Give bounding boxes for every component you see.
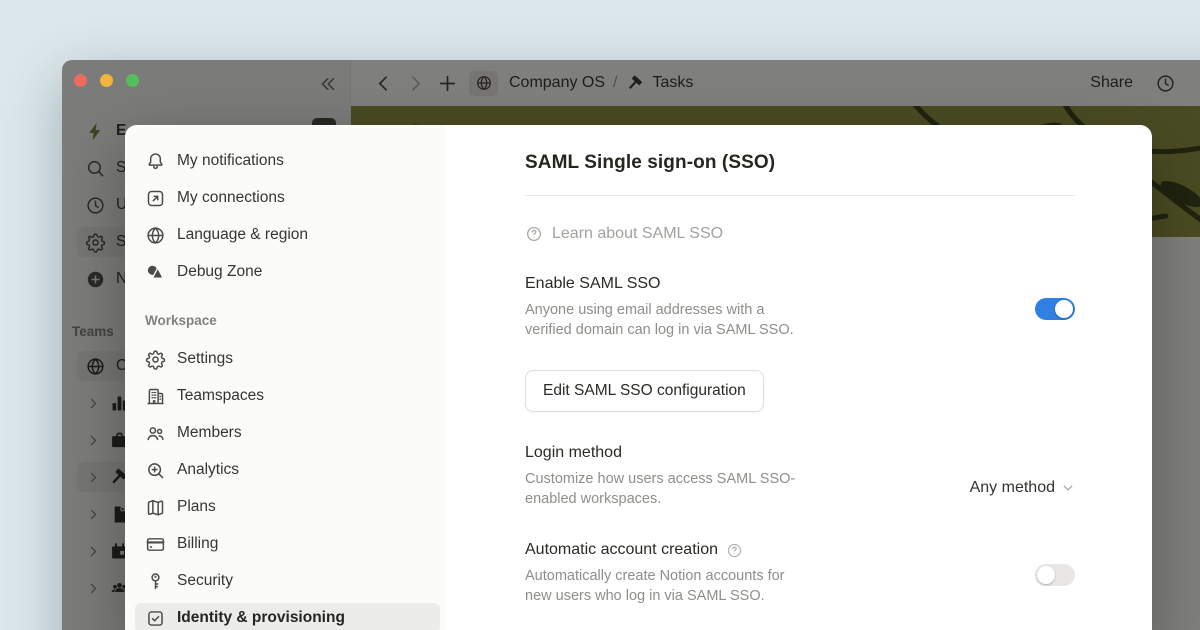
settings-nav-icon bbox=[145, 349, 166, 370]
divider bbox=[525, 195, 1075, 196]
settings-nav-icon bbox=[145, 151, 166, 172]
auto-account-creation-label: Automatic account creation bbox=[525, 541, 718, 559]
settings-nav-item[interactable]: Teamspaces bbox=[135, 381, 440, 411]
help-circle-icon[interactable] bbox=[726, 542, 743, 559]
settings-nav-label: My connections bbox=[177, 189, 285, 207]
toggle-knob bbox=[1037, 566, 1055, 584]
settings-nav-icon bbox=[145, 262, 166, 283]
settings-nav-item[interactable]: Analytics bbox=[135, 455, 440, 485]
settings-nav-label: Language & region bbox=[177, 226, 308, 244]
enable-sso-toggle[interactable] bbox=[1035, 298, 1075, 320]
learn-about-saml-link[interactable]: Learn about SAML SSO bbox=[525, 225, 1075, 243]
settings-nav-label: Debug Zone bbox=[177, 263, 262, 281]
settings-nav-icon bbox=[145, 188, 166, 209]
login-method-section: Login method Customize how users access … bbox=[525, 444, 1075, 509]
settings-sidebar: My notifications My connections Language… bbox=[125, 125, 446, 630]
settings-nav-item[interactable]: Settings bbox=[135, 344, 440, 374]
zoom-window-button[interactable] bbox=[126, 74, 139, 87]
auto-account-creation-section: Automatic account creation Automatically… bbox=[525, 541, 1075, 606]
window-controls bbox=[74, 74, 139, 87]
settings-nav-item[interactable]: My connections bbox=[135, 183, 440, 213]
minimize-window-button[interactable] bbox=[100, 74, 113, 87]
settings-nav-label: Members bbox=[177, 424, 242, 442]
settings-nav-item[interactable]: Identity & provisioning bbox=[135, 603, 440, 630]
learn-link-label: Learn about SAML SSO bbox=[552, 225, 723, 243]
settings-nav-label: My notifications bbox=[177, 152, 284, 170]
auto-account-creation-toggle[interactable] bbox=[1035, 564, 1075, 586]
settings-account-list: My notifications My connections Language… bbox=[135, 146, 440, 287]
enable-sso-section: Enable SAML SSO Anyone using email addre… bbox=[525, 275, 1075, 340]
settings-nav-icon bbox=[145, 460, 166, 481]
settings-nav-item[interactable]: Members bbox=[135, 418, 440, 448]
settings-nav-item[interactable]: Billing bbox=[135, 529, 440, 559]
settings-nav-label: Identity & provisioning bbox=[177, 609, 345, 627]
settings-nav-icon bbox=[145, 534, 166, 555]
settings-nav-icon bbox=[145, 386, 166, 407]
settings-nav-item[interactable]: Plans bbox=[135, 492, 440, 522]
settings-nav-item[interactable]: Language & region bbox=[135, 220, 440, 250]
settings-nav-label: Analytics bbox=[177, 461, 239, 479]
settings-nav-item[interactable]: Debug Zone bbox=[135, 257, 440, 287]
settings-nav-label: Security bbox=[177, 572, 233, 590]
toggle-knob bbox=[1055, 300, 1073, 318]
chevron-down-icon bbox=[1061, 481, 1075, 495]
auto-account-creation-heading: Automatic account creation bbox=[525, 541, 1035, 559]
close-window-button[interactable] bbox=[74, 74, 87, 87]
auto-account-creation-description: Automatically create Notion accounts for… bbox=[525, 566, 1035, 606]
login-method-dropdown[interactable]: Any method bbox=[970, 467, 1075, 509]
enable-sso-heading: Enable SAML SSO bbox=[525, 275, 1035, 293]
settings-nav-icon bbox=[145, 608, 166, 629]
settings-nav-item[interactable]: My notifications bbox=[135, 146, 440, 176]
settings-nav-label: Teamspaces bbox=[177, 387, 264, 405]
settings-nav-icon bbox=[145, 497, 166, 518]
page-title: SAML Single sign-on (SSO) bbox=[525, 152, 1075, 174]
workspace-section-header: Workspace bbox=[145, 313, 440, 328]
settings-modal: My notifications My connections Language… bbox=[125, 125, 1152, 630]
edit-saml-configuration-button[interactable]: Edit SAML SSO configuration bbox=[525, 370, 764, 412]
settings-nav-label: Settings bbox=[177, 350, 233, 368]
settings-content: SAML Single sign-on (SSO) Learn about SA… bbox=[446, 125, 1152, 630]
login-method-heading: Login method bbox=[525, 444, 970, 462]
login-method-value: Any method bbox=[970, 479, 1055, 497]
settings-nav-item[interactable]: Security bbox=[135, 566, 440, 596]
enable-sso-description: Anyone using email addresses with a veri… bbox=[525, 300, 1035, 340]
settings-workspace-list: Settings Teamspaces Members Analytics bbox=[135, 344, 440, 630]
help-circle-icon bbox=[525, 225, 543, 243]
settings-nav-icon bbox=[145, 225, 166, 246]
settings-nav-label: Plans bbox=[177, 498, 216, 516]
settings-nav-icon bbox=[145, 571, 166, 592]
login-method-description: Customize how users access SAML SSO- ena… bbox=[525, 469, 970, 509]
settings-nav-icon bbox=[145, 423, 166, 444]
settings-nav-label: Billing bbox=[177, 535, 218, 553]
